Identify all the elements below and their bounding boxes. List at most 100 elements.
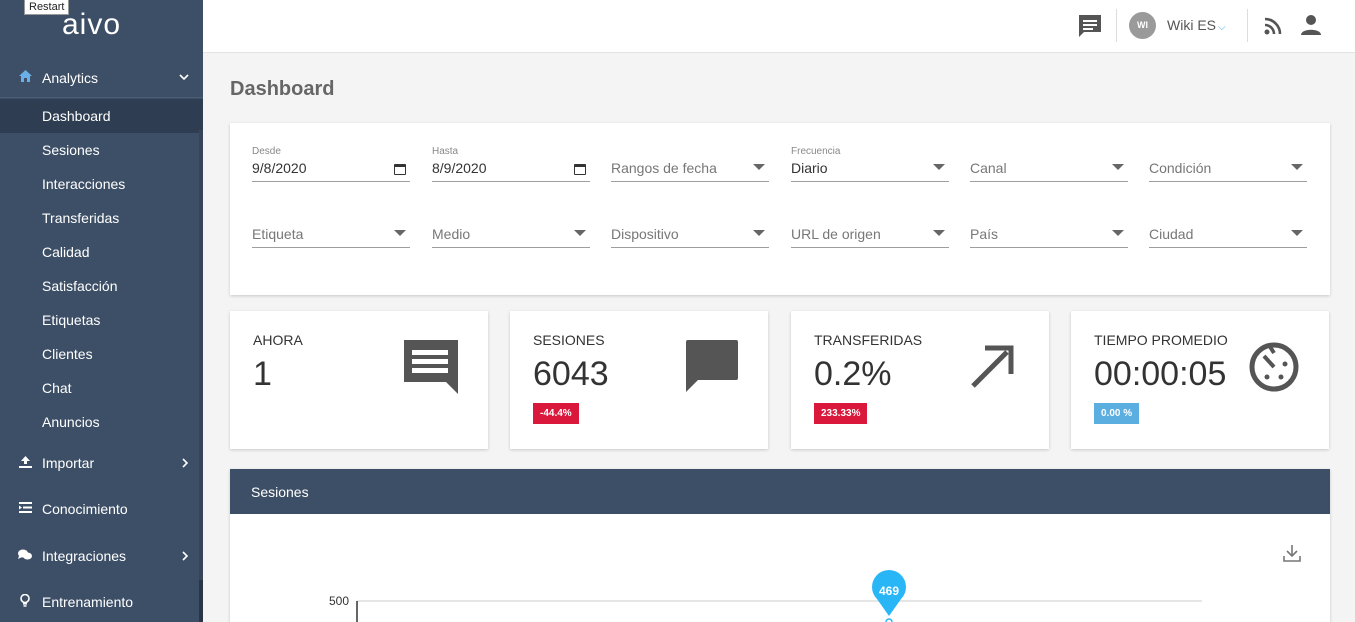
sidebar-item-analytics[interactable]: Analytics xyxy=(0,58,203,98)
frecuencia-select[interactable]: Frecuencia Diario xyxy=(791,146,949,182)
dropdown-arrow-icon xyxy=(574,230,586,236)
dropdown-arrow-icon xyxy=(753,164,765,170)
sidebar-item-label: Importar xyxy=(42,455,95,471)
stat-card-ahora: AHORA 1 xyxy=(230,311,488,449)
stat-card-transferidas: TRANSFERIDAS 0.2% 233.33% xyxy=(791,311,1049,449)
filters-card: Desde 9/8/2020 Hasta 8/9/2020 Rangos de … xyxy=(230,123,1330,295)
field-placeholder: Condición xyxy=(1149,160,1212,176)
hasta-date-input[interactable]: Hasta 8/9/2020 xyxy=(432,146,590,182)
divider xyxy=(1247,9,1248,42)
sidebar-scrollbar-thumb[interactable] xyxy=(199,580,203,622)
sidebar-item-integraciones[interactable]: Integraciones xyxy=(0,536,203,576)
arrow-up-right-icon xyxy=(963,338,1021,396)
dropdown-arrow-icon xyxy=(1291,230,1303,236)
sidebar: aivo Analytics Dashboard Sesiones Intera… xyxy=(0,0,203,622)
sidebar-item-dashboard[interactable]: Dashboard xyxy=(0,99,203,133)
pais-select[interactable]: País xyxy=(970,212,1128,248)
chart-header: Sesiones xyxy=(230,469,1330,514)
divider xyxy=(1116,9,1117,42)
field-placeholder: Etiqueta xyxy=(252,226,304,242)
stat-value: 00:00:05 xyxy=(1094,355,1227,393)
stat-badge: 233.33% xyxy=(814,403,868,424)
url-origen-select[interactable]: URL de origen xyxy=(791,212,949,248)
rangos-select[interactable]: Rangos de fecha xyxy=(611,146,769,182)
field-placeholder: Rangos de fecha xyxy=(611,160,717,176)
list-icon xyxy=(18,502,32,516)
sidebar-scrollbar[interactable] xyxy=(199,130,203,622)
sidebar-item-entrenamiento[interactable]: Entrenamiento xyxy=(0,582,203,622)
stat-value: 1 xyxy=(253,355,272,393)
avatar[interactable]: WI xyxy=(1129,12,1156,39)
upload-icon xyxy=(18,455,32,471)
field-value: Diario xyxy=(791,160,828,176)
sidebar-item-transferidas[interactable]: Transferidas xyxy=(0,201,203,235)
stat-label: AHORA xyxy=(253,332,303,348)
sidebar-item-etiquetas[interactable]: Etiquetas xyxy=(0,303,203,337)
field-placeholder: Dispositivo xyxy=(611,226,679,242)
stat-label: TIEMPO PROMEDIO xyxy=(1094,332,1228,348)
chevron-down-icon xyxy=(179,72,189,84)
sidebar-item-sesiones[interactable]: Sesiones xyxy=(0,133,203,167)
sidebar-item-label: Conocimiento xyxy=(42,501,128,517)
sidebar-item-conocimiento[interactable]: Conocimiento xyxy=(0,489,203,529)
sesiones-chart-card: Sesiones 500 469 xyxy=(230,469,1330,622)
sidebar-item-chat[interactable]: Chat xyxy=(0,371,203,405)
sidebar-item-label: Entrenamiento xyxy=(42,594,134,610)
dropdown-arrow-icon xyxy=(753,230,765,236)
aivo-logo[interactable]: aivo xyxy=(62,8,121,42)
stat-badge: 0.00 % xyxy=(1094,403,1140,424)
stat-card-sesiones: SESIONES 6043 -44.4% xyxy=(510,311,768,449)
timer-icon xyxy=(1247,338,1301,392)
field-placeholder: País xyxy=(970,226,999,242)
sesiones-chart: 500 469 xyxy=(329,569,1202,622)
user-name: Wiki ES xyxy=(1167,17,1216,33)
comment-icon xyxy=(682,338,740,396)
user-menu[interactable]: Wiki ES ⌵ xyxy=(1167,17,1226,33)
dropdown-arrow-icon xyxy=(933,164,945,170)
person-icon[interactable] xyxy=(1299,13,1323,37)
dropdown-arrow-icon xyxy=(394,230,406,236)
home-icon xyxy=(18,70,32,85)
rss-icon[interactable] xyxy=(1262,15,1284,37)
field-label: Frecuencia xyxy=(791,146,841,157)
top-bar: WI Wiki ES ⌵ xyxy=(203,0,1355,53)
stat-card-tiempo-promedio: TIEMPO PROMEDIO 00:00:05 0.00 % xyxy=(1071,311,1329,449)
page-title: Dashboard xyxy=(230,78,335,100)
sidebar-item-label: Integraciones xyxy=(42,548,127,564)
sidebar-item-anuncios[interactable]: Anuncios xyxy=(0,405,203,439)
y-tick-label: 500 xyxy=(329,594,349,608)
sidebar-item-calidad[interactable]: Calidad xyxy=(0,235,203,269)
chat-bubbles-icon xyxy=(18,549,32,564)
chevron-right-icon xyxy=(182,456,189,471)
dropdown-arrow-icon xyxy=(1112,164,1124,170)
marker-label: 469 xyxy=(879,584,899,598)
sidebar-item-importar[interactable]: Importar xyxy=(0,443,203,483)
calendar-icon[interactable] xyxy=(394,164,406,175)
sidebar-item-interacciones[interactable]: Interacciones xyxy=(0,167,203,201)
analytics-submenu: Dashboard Sesiones Interacciones Transfe… xyxy=(0,99,203,439)
stat-label: SESIONES xyxy=(533,332,605,348)
ciudad-select[interactable]: Ciudad xyxy=(1149,212,1307,248)
field-value: 9/8/2020 xyxy=(252,160,307,176)
lightbulb-icon xyxy=(18,593,32,610)
dropdown-arrow-icon xyxy=(933,230,945,236)
desde-date-input[interactable]: Desde 9/8/2020 xyxy=(252,146,410,182)
chevron-down-icon: ⌵ xyxy=(1218,22,1226,33)
data-point-marker[interactable]: 469 xyxy=(871,569,906,622)
stat-badge: -44.4% xyxy=(533,403,579,424)
canal-select[interactable]: Canal xyxy=(970,146,1128,182)
chat-icon[interactable] xyxy=(1077,13,1103,39)
restart-tooltip: Restart xyxy=(24,0,70,15)
sidebar-item-satisfaccion[interactable]: Satisfacción xyxy=(0,269,203,303)
chart-title: Sesiones xyxy=(251,484,309,500)
etiqueta-select[interactable]: Etiqueta xyxy=(252,212,410,248)
condicion-select[interactable]: Condición xyxy=(1149,146,1307,182)
sidebar-item-clientes[interactable]: Clientes xyxy=(0,337,203,371)
chat-message-icon xyxy=(402,338,460,396)
calendar-icon[interactable] xyxy=(574,164,586,175)
field-label: Desde xyxy=(252,146,281,157)
field-label: Hasta xyxy=(432,146,459,157)
field-placeholder: URL de origen xyxy=(791,226,881,242)
medio-select[interactable]: Medio xyxy=(432,212,590,248)
dispositivo-select[interactable]: Dispositivo xyxy=(611,212,769,248)
